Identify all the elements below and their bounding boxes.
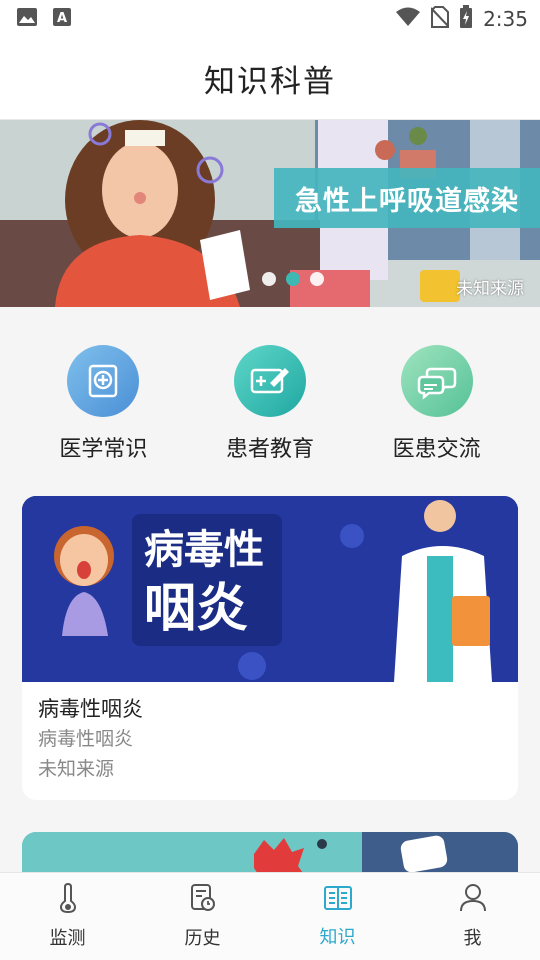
no-sim-icon [430,5,450,33]
history-icon [189,883,217,918]
page-title: 知识科普 [204,64,336,100]
article-card-body: 病毒性咽炎 病毒性咽炎 未知来源 [22,682,518,796]
category-row: 医学常识 患者教育 医患交流 [0,307,540,482]
user-icon [459,883,487,918]
banner-carousel[interactable]: 急性上呼吸道感染 未知来源 [0,120,540,307]
article-image-title: 病毒性 咽炎 [144,524,264,642]
thermometer-icon [56,882,80,918]
wifi-icon [395,7,421,32]
article-source: 未知来源 [38,758,115,780]
nav-item-history[interactable]: 历史 [135,873,270,960]
article-image-text-line2: 咽炎 [144,579,249,639]
nav-item-knowledge[interactable]: 知识 [270,873,405,960]
article-card[interactable]: 病毒性 咽炎 病毒性咽炎 病毒性咽炎 未知来源 [22,496,518,800]
article-image: 病毒性 咽炎 [22,496,518,682]
bottom-nav: 监测 历史 知识 我 [0,872,540,960]
category-doctor-patient-exchange[interactable]: 医患交流 [362,307,512,482]
carousel-dot[interactable] [310,272,324,286]
nav-label: 知识 [319,927,356,948]
app-header: 知识科普 [0,38,540,120]
book-icon [323,884,353,917]
nav-item-monitor[interactable]: 监测 [0,873,135,960]
image-notification-icon [16,7,38,31]
chat-bubbles-icon [400,345,473,417]
education-card-icon [233,345,306,417]
article-summary: 病毒性咽炎 [38,728,134,750]
category-patient-education[interactable]: 患者教育 [195,307,345,482]
medical-book-icon [67,345,140,417]
carousel-dot-active[interactable] [286,272,300,286]
banner-source: 未知来源 [456,279,524,299]
nav-label: 历史 [184,928,221,949]
nav-item-me[interactable]: 我 [405,873,540,960]
carousel-dot[interactable] [262,272,276,286]
article-image-text-line1: 病毒性 [144,527,264,573]
category-medical-knowledge[interactable]: 医学常识 [28,307,178,482]
battery-charging-icon [459,4,473,34]
status-bar: A 2:35 [0,0,540,38]
svg-text:A: A [57,11,67,26]
carousel-dots [262,272,324,286]
banner-title: 急性上呼吸道感染 [274,168,540,228]
category-label: 患者教育 [225,437,314,462]
category-label: 医患交流 [392,437,481,462]
nav-label: 监测 [49,928,86,949]
status-time: 2:35 [483,7,528,31]
nav-label: 我 [463,928,482,949]
article-title: 病毒性咽炎 [38,697,143,721]
category-label: 医学常识 [59,437,148,462]
keyboard-notification-icon: A [52,7,72,31]
